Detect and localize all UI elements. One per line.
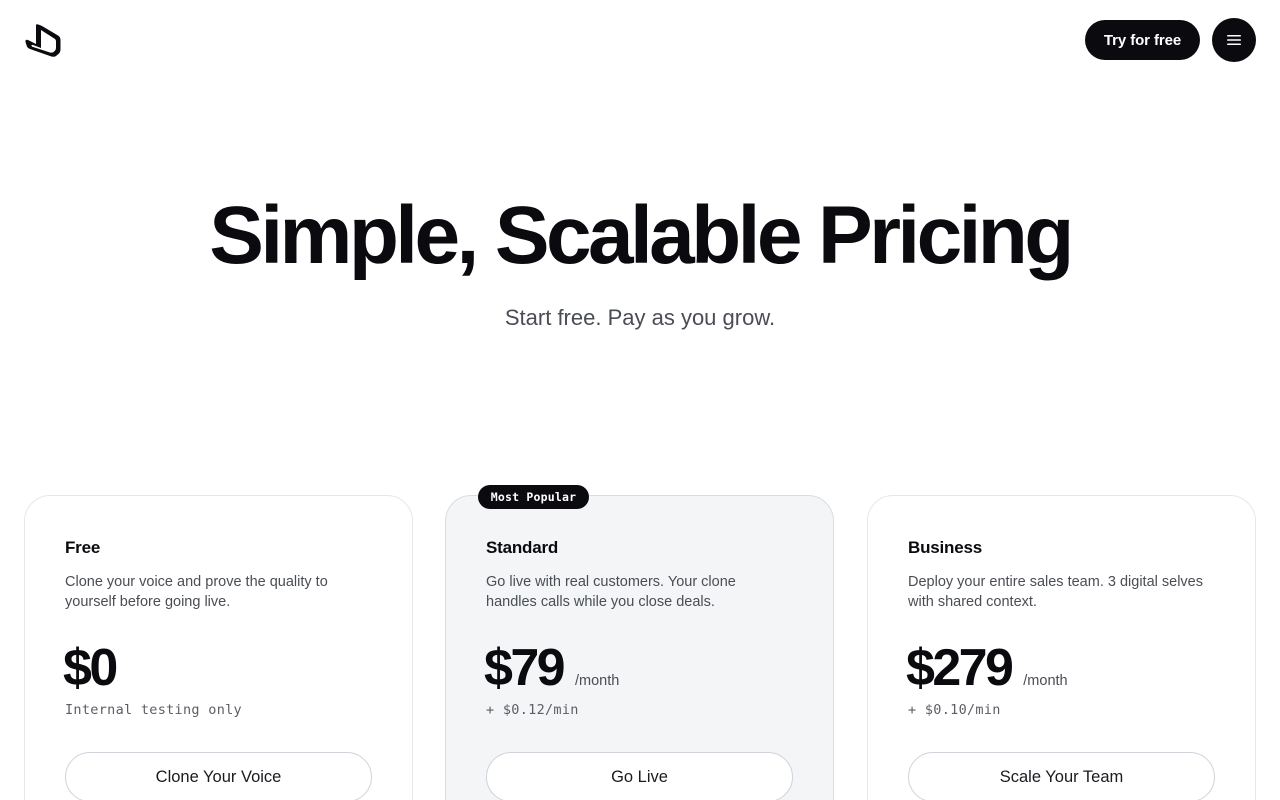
plan-card-standard: Standard Go live with real customers. Yo…: [445, 495, 834, 800]
plan-name: Standard: [486, 538, 559, 557]
pricing-page: Try for free Simple, Scalable Pricing St…: [0, 0, 1280, 800]
page-title: Simple, Scalable Pricing: [209, 190, 1074, 281]
plan-price: $79: [484, 639, 566, 697]
plan-description: Go live with real customers. Your clone …: [486, 574, 736, 610]
plan-name: Business: [908, 538, 982, 557]
page-subtitle: Start free. Pay as you grow.: [504, 305, 776, 330]
plan-price: $0: [63, 639, 118, 697]
plan-period: /month: [574, 673, 620, 689]
plan-name: Free: [65, 538, 101, 557]
clone-your-voice-button[interactable]: Clone Your Voice: [65, 752, 372, 800]
price-row: $79 /month: [484, 638, 619, 698]
menu-button[interactable]: [1212, 18, 1256, 62]
most-popular-badge: Most Popular: [478, 485, 589, 509]
try-for-free-button[interactable]: Try for free: [1085, 20, 1200, 60]
go-live-button[interactable]: Go Live: [486, 752, 793, 800]
price-row: $0: [63, 638, 118, 698]
plan-card-free: Free Clone your voice and prove the qual…: [24, 495, 413, 800]
price-note: + $0.12/min: [486, 702, 579, 718]
plan-price: $279: [906, 639, 1014, 697]
plan-description: Clone your voice and prove the quality t…: [65, 574, 328, 610]
price-row: $279 /month: [906, 638, 1068, 698]
plan-description: Deploy your entire sales team. 3 digital…: [908, 574, 1203, 610]
plan-period: /month: [1023, 673, 1068, 689]
price-note: + $0.10/min: [908, 702, 1001, 718]
scale-your-team-button[interactable]: Scale Your Team: [908, 752, 1215, 800]
brand-logo-icon[interactable]: [22, 18, 66, 62]
site-header: Try for free: [0, 0, 1280, 80]
plan-card-business: Business Deploy your entire sales team. …: [867, 495, 1256, 800]
hamburger-menu-icon: [1227, 35, 1241, 45]
price-note: Internal testing only: [65, 702, 242, 718]
